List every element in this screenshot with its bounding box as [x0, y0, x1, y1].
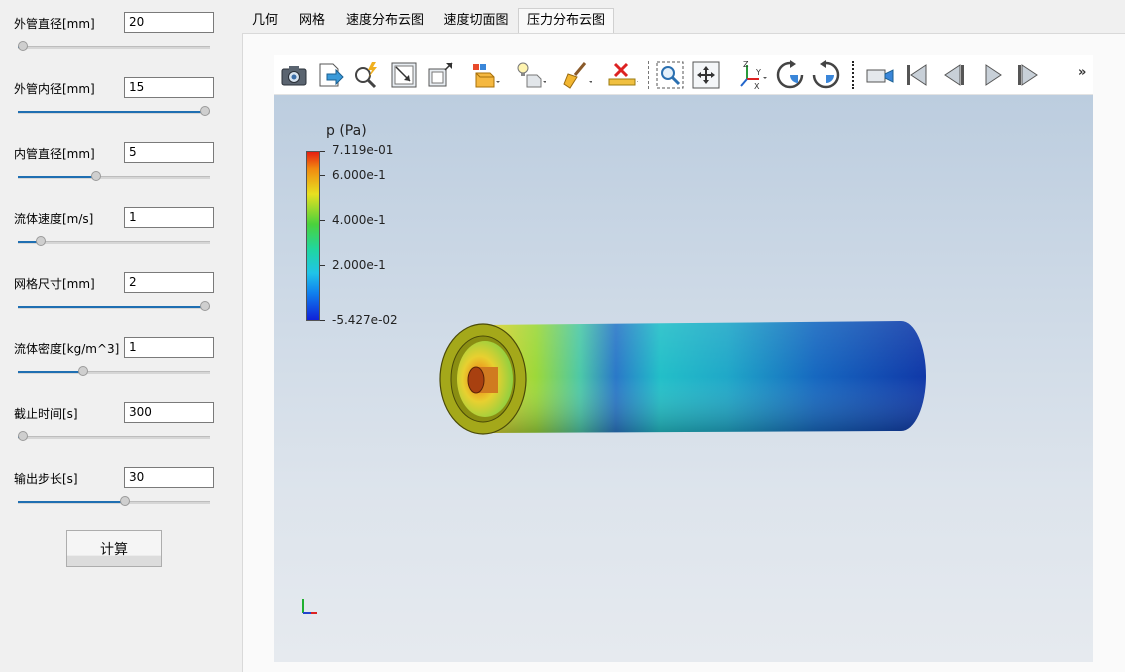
param-input[interactable]	[124, 77, 214, 98]
slider-fill	[18, 306, 205, 308]
svg-text:Z: Z	[743, 60, 749, 69]
param-slider[interactable]	[14, 235, 214, 249]
slider-handle[interactable]	[78, 366, 89, 376]
param-label: 输出步长[s]	[14, 472, 78, 486]
slider-groove	[18, 241, 210, 244]
render-viewport[interactable]: p (Pa) 7.119e-01 6.000e-1 4.000e-1 2.000…	[274, 95, 1093, 662]
slider-fill	[18, 111, 205, 113]
param-slider[interactable]	[14, 300, 214, 314]
param-label: 外管直径[mm]	[14, 17, 95, 31]
prev-frame-icon[interactable]	[938, 59, 970, 91]
rotate-cw-icon[interactable]	[774, 59, 806, 91]
slider-groove	[18, 436, 210, 439]
param-slider[interactable]	[14, 105, 214, 119]
param-input[interactable]	[124, 402, 214, 423]
slider-fill	[18, 371, 84, 373]
tab-pressure-contour[interactable]: 压力分布云图	[518, 8, 614, 34]
calculate-button[interactable]: 计算	[66, 530, 162, 567]
param-label: 流体速度[m/s]	[14, 212, 94, 226]
param-label: 流体密度[kg/m^3]	[14, 342, 120, 356]
svg-text:X: X	[754, 82, 760, 91]
toolbar-overflow-button[interactable]: »	[1078, 65, 1086, 80]
slider-handle[interactable]	[18, 41, 28, 51]
slider-fill	[18, 501, 125, 503]
tab-velocity-slice[interactable]: 速度切面图	[434, 9, 518, 32]
param-slider[interactable]	[14, 430, 214, 444]
param-slider[interactable]	[14, 365, 214, 379]
toolbar-separator	[648, 61, 649, 89]
param-input[interactable]	[124, 12, 214, 33]
slider-handle[interactable]	[200, 106, 210, 116]
param-label: 网格尺寸[mm]	[14, 277, 95, 291]
slider-handle[interactable]	[90, 171, 101, 181]
svg-text:Y: Y	[755, 68, 761, 77]
reset-view-icon[interactable]	[388, 59, 420, 91]
param-slider[interactable]	[14, 40, 214, 54]
lighting-icon[interactable]	[514, 59, 546, 91]
render-style-icon[interactable]	[468, 59, 500, 91]
rotate-ccw-icon[interactable]	[810, 59, 842, 91]
param-input[interactable]	[124, 337, 214, 358]
slider-handle[interactable]	[200, 301, 210, 311]
fit-view-icon[interactable]	[690, 59, 722, 91]
toolbar-separator	[852, 61, 854, 89]
first-frame-icon[interactable]	[900, 59, 932, 91]
slider-handle[interactable]	[119, 496, 130, 506]
slider-fill	[18, 176, 96, 178]
param-slider[interactable]	[14, 170, 214, 184]
param-input[interactable]	[124, 467, 214, 488]
next-frame-icon[interactable]	[1012, 59, 1044, 91]
axes-xyz-icon[interactable]: ZYX	[736, 59, 768, 91]
maximize-icon[interactable]	[424, 59, 456, 91]
delete-ruler-icon[interactable]	[606, 59, 638, 91]
slider-handle[interactable]	[36, 236, 47, 246]
param-label: 截止时间[s]	[14, 407, 78, 421]
clean-brush-icon[interactable]	[560, 59, 592, 91]
play-icon[interactable]	[976, 59, 1008, 91]
param-input[interactable]	[124, 207, 214, 228]
viewer-toolbar: ZYX »	[274, 55, 1093, 95]
tab-geometry[interactable]: 几何	[242, 9, 288, 32]
tab-velocity-contour[interactable]: 速度分布云图	[336, 9, 434, 32]
record-camera-icon[interactable]	[864, 59, 896, 91]
pipe-pressure-model	[439, 321, 926, 435]
param-slider[interactable]	[14, 495, 214, 509]
camera-icon[interactable]	[278, 59, 310, 91]
param-label: 外管内径[mm]	[14, 82, 95, 96]
export-icon[interactable]	[314, 59, 346, 91]
orientation-axes-icon	[302, 599, 317, 614]
tab-mesh[interactable]: 网格	[288, 9, 336, 32]
param-input[interactable]	[124, 142, 214, 163]
param-input[interactable]	[124, 272, 214, 293]
zoom-probe-icon[interactable]	[350, 59, 382, 91]
param-label: 内管直径[mm]	[14, 147, 95, 161]
slider-handle[interactable]	[18, 431, 28, 441]
slider-groove	[18, 46, 210, 49]
zoom-box-icon[interactable]	[654, 59, 686, 91]
